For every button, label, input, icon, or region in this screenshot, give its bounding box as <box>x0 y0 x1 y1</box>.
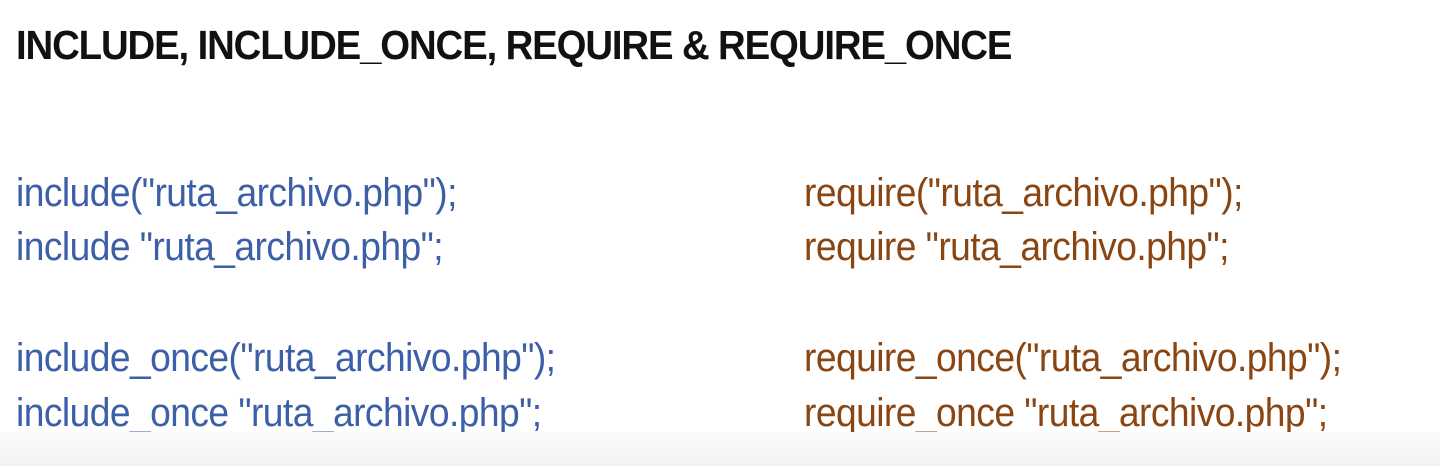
include-line-1: include("ruta_archivo.php"); <box>16 171 457 215</box>
require-once-line-2: require_once "ruta_archivo.php"; <box>804 391 1328 435</box>
include-once-line-2: include_once "ruta_archivo.php"; <box>16 391 542 435</box>
require-line-2: require "ruta_archivo.php"; <box>804 225 1229 269</box>
require-once-line-1: require_once("ruta_archivo.php"); <box>804 336 1342 380</box>
bottom-fade-bar <box>0 432 1440 466</box>
require-line-1: require("ruta_archivo.php"); <box>804 171 1243 215</box>
include-line-2: include "ruta_archivo.php"; <box>16 225 444 269</box>
include-once-line-1: include_once("ruta_archivo.php"); <box>16 336 556 380</box>
slide-title: INCLUDE, INCLUDE_ONCE, REQUIRE & REQUIRE… <box>16 22 1012 68</box>
